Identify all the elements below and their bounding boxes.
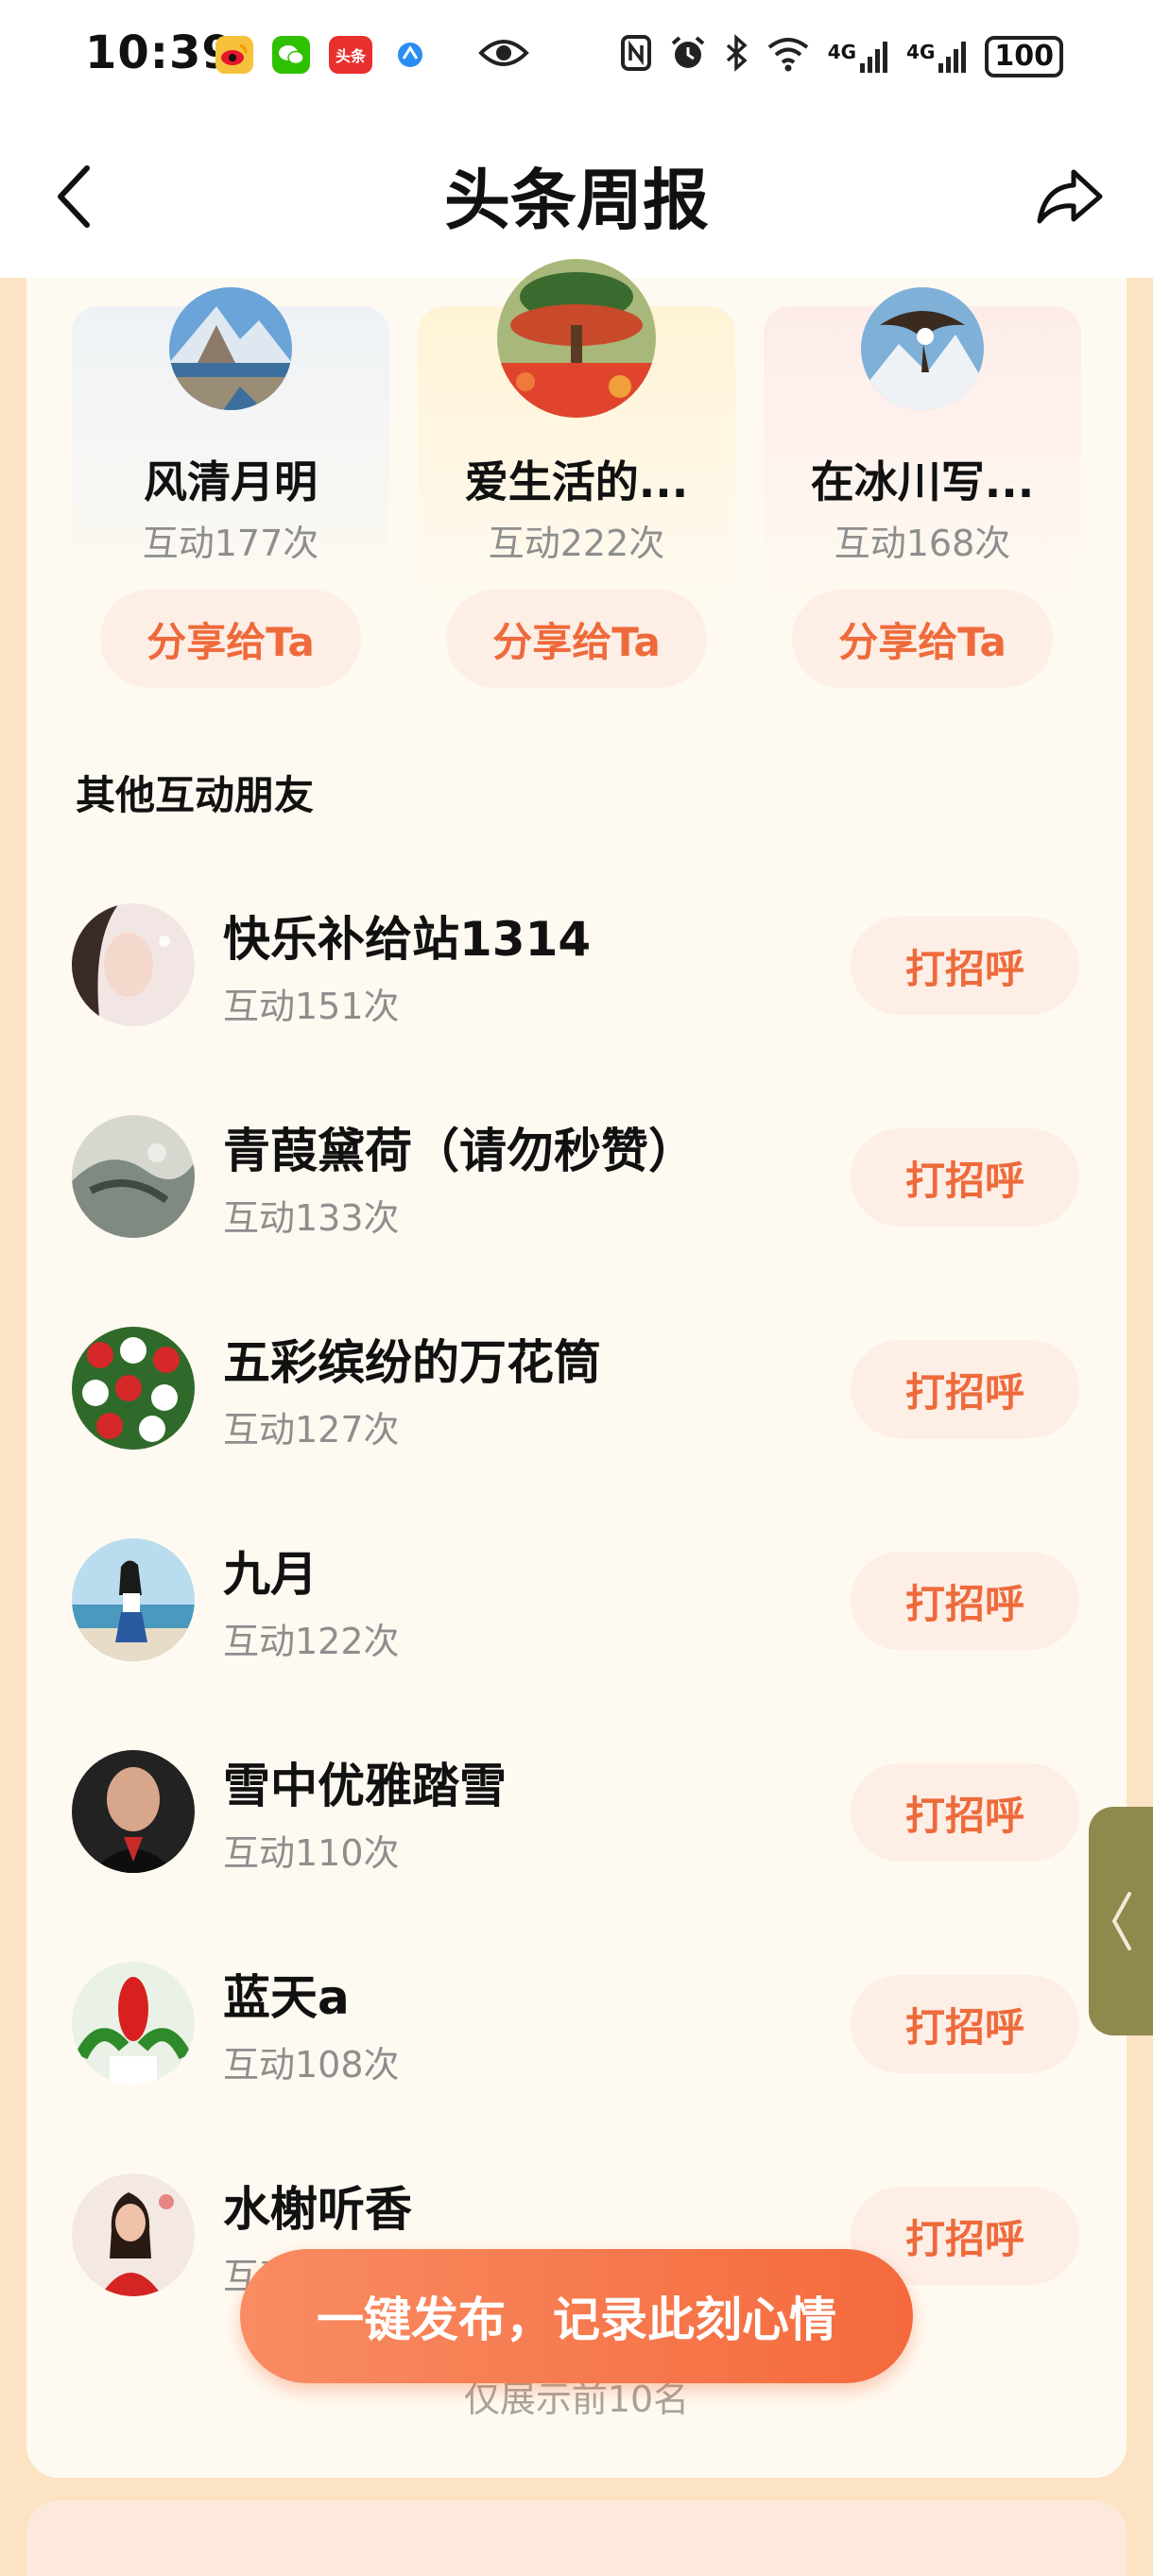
share-to-friend-button[interactable]: 分享给Ta xyxy=(792,590,1053,688)
top-friend-card[interactable]: 在冰川写... 互动168次 xyxy=(764,287,1081,609)
say-hi-button[interactable]: 打招呼 xyxy=(851,917,1079,1015)
weekly-report-card: 风清月明 互动177次 分享给Ta 爱生活的... 互动222次 分享给Ta 在… xyxy=(26,259,1127,2478)
avatar xyxy=(169,287,292,410)
side-drawer-handle[interactable] xyxy=(1089,1807,1153,2035)
top-friend-name: 风清月明 xyxy=(144,456,318,507)
avatar xyxy=(72,1115,195,1238)
say-hi-button[interactable]: 打招呼 xyxy=(851,1975,1079,2073)
share-arrow-icon xyxy=(1037,169,1103,224)
page-title: 头条周报 xyxy=(444,162,709,239)
avatar xyxy=(72,1538,195,1661)
friend-name: 九月 xyxy=(223,1547,318,1602)
interaction-count: 互动127次 xyxy=(223,1409,400,1451)
interaction-count: 互动110次 xyxy=(223,1832,400,1874)
signal-icon-2: 4G xyxy=(906,41,968,73)
say-hi-button[interactable]: 打招呼 xyxy=(851,1128,1079,1227)
list-item: 蓝天a 互动108次 打招呼 xyxy=(26,1918,1127,2107)
next-section-card xyxy=(26,2500,1127,2576)
list-item: 青葭黛荷（请勿秒赞） 互动133次 打招呼 xyxy=(26,1072,1127,1261)
avatar xyxy=(72,903,195,1026)
network-type-2: 4G xyxy=(906,40,936,63)
wifi-icon xyxy=(766,34,811,78)
top-friend-card[interactable]: 爱生活的... 互动222次 xyxy=(418,259,735,609)
wechat-icon xyxy=(272,36,310,74)
browser-icon xyxy=(391,36,429,74)
top-friend-count: 互动177次 xyxy=(142,523,319,564)
friend-name: 雪中优雅踏雪 xyxy=(223,1759,507,1813)
alarm-icon xyxy=(669,34,707,78)
toutiao-icon: 头条 xyxy=(329,36,372,74)
other-friends-title: 其他互动朋友 xyxy=(76,772,315,818)
share-button[interactable] xyxy=(1032,159,1108,234)
list-item: 快乐补给站1314 互动151次 打招呼 xyxy=(26,860,1127,1049)
chevron-left-icon xyxy=(1111,1892,1131,1950)
one-click-publish-button[interactable]: 一键发布，记录此刻心情 xyxy=(240,2249,913,2383)
share-to-friend-button[interactable]: 分享给Ta xyxy=(446,590,707,688)
status-bar: 10:39 头条 4G 4G 100 xyxy=(0,0,1153,112)
interaction-count: 互动122次 xyxy=(223,1621,400,1662)
friend-name: 水榭听香 xyxy=(223,2182,412,2237)
say-hi-button[interactable]: 打招呼 xyxy=(851,1763,1079,1862)
network-type-1: 4G xyxy=(827,40,857,63)
avatar xyxy=(72,1962,195,2085)
interaction-count: 互动108次 xyxy=(223,2044,400,2086)
signal-icon-1: 4G xyxy=(828,41,889,73)
say-hi-button[interactable]: 打招呼 xyxy=(851,1552,1079,1650)
friend-name: 蓝天a xyxy=(223,1970,350,2025)
list-item: 雪中优雅踏雪 互动110次 打招呼 xyxy=(26,1707,1127,1896)
top-friend-card[interactable]: 风清月明 互动177次 xyxy=(72,287,389,609)
system-status-icons: 4G 4G 100 xyxy=(620,34,1063,78)
weibo-icon xyxy=(215,36,253,74)
top-friend-name: 在冰川写... xyxy=(810,456,1035,507)
interaction-count: 互动133次 xyxy=(223,1197,400,1239)
share-to-friend-button[interactable]: 分享给Ta xyxy=(100,590,361,688)
top-friend-count: 互动222次 xyxy=(488,523,665,564)
friend-name: 青葭黛荷（请勿秒赞） xyxy=(223,1124,696,1178)
avatar xyxy=(72,2173,195,2296)
top-navigation-bar: 头条周报 xyxy=(0,112,1153,278)
say-hi-button[interactable]: 打招呼 xyxy=(851,1340,1079,1438)
avatar xyxy=(497,259,656,418)
battery-icon: 100 xyxy=(985,35,1063,77)
bluetooth-icon xyxy=(724,34,749,78)
friend-name: 五彩缤纷的万花筒 xyxy=(223,1335,601,1390)
interaction-count: 互动151次 xyxy=(223,986,400,1027)
eye-icon xyxy=(477,36,530,74)
top-friends-section: 风清月明 互动177次 分享给Ta 爱生活的... 互动222次 分享给Ta 在… xyxy=(26,259,1127,722)
avatar xyxy=(861,287,984,410)
list-item: 九月 互动122次 打招呼 xyxy=(26,1495,1127,1684)
top-friend-count: 互动168次 xyxy=(834,523,1011,564)
avatar xyxy=(72,1750,195,1873)
top-friend-name: 爱生活的... xyxy=(464,456,689,507)
avatar xyxy=(72,1327,195,1450)
status-time: 10:39 xyxy=(85,26,234,79)
friend-name: 快乐补给站1314 xyxy=(223,912,592,967)
list-item: 五彩缤纷的万花筒 互动127次 打招呼 xyxy=(26,1283,1127,1472)
notification-icons: 头条 xyxy=(215,36,429,74)
nfc-icon xyxy=(620,34,652,78)
